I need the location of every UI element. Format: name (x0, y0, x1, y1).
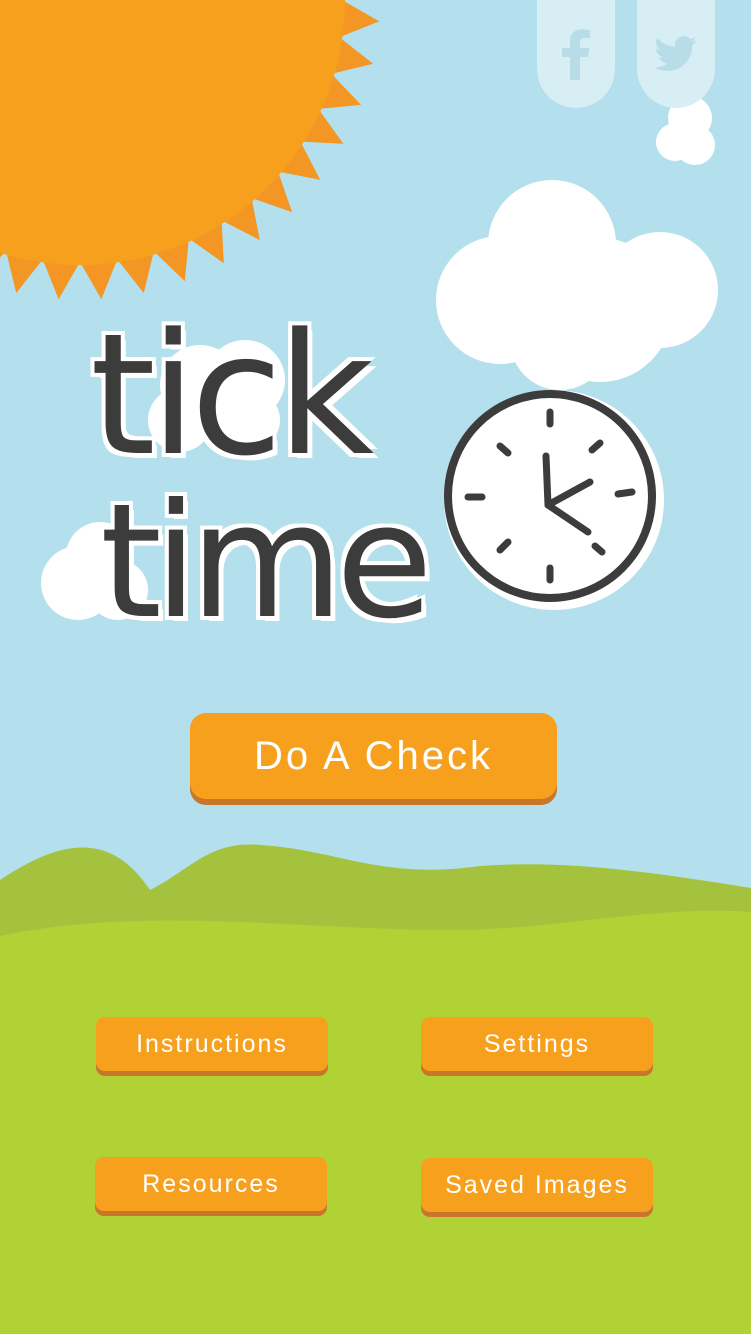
facebook-button[interactable] (537, 0, 615, 108)
grass-field (0, 910, 751, 1334)
instructions-button[interactable]: Instructions (96, 1017, 328, 1071)
logo-text-time: time (100, 470, 433, 654)
twitter-button[interactable] (637, 0, 715, 108)
saved-images-button[interactable]: Saved Images (421, 1158, 653, 1212)
do-a-check-button[interactable]: Do A Check (190, 713, 557, 799)
home-screen: tick time Do A Check Instructions Settin… (0, 0, 751, 1334)
twitter-icon (654, 36, 697, 71)
app-logo: tick time (80, 300, 670, 680)
logo-text-tick: tick (90, 297, 374, 493)
resources-button[interactable]: Resources (95, 1157, 327, 1211)
settings-button[interactable]: Settings (421, 1017, 653, 1071)
facebook-icon (562, 29, 590, 80)
